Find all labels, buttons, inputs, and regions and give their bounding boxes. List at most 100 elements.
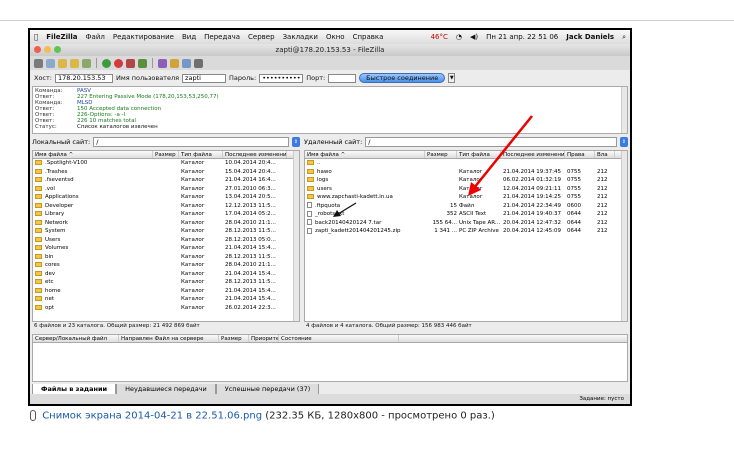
column-header[interactable]: Размер <box>425 151 457 158</box>
file-row[interactable]: Developer Каталог 12.12.2013 11:5... <box>33 202 299 211</box>
file-row[interactable]: _robots.txt 352 ASCII Text 21.04.2014 19:40… <box>305 210 627 219</box>
toggle-local-tree-icon[interactable] <box>58 58 67 68</box>
username-input[interactable] <box>182 73 227 83</box>
queue-status: Задание: пусто <box>579 396 624 402</box>
remote-scrollbar[interactable] <box>621 151 627 321</box>
file-row[interactable]: Library Каталог 17.04.2014 05:2... <box>33 210 299 219</box>
local-site-input[interactable]: / <box>93 137 289 147</box>
file-row[interactable]: .ftpquota 15 Файл 21.04.2014 22:34:49 0600 21… <box>305 202 627 211</box>
file-row[interactable]: Volumes Каталог 21.04.2014 15:4... <box>33 244 299 253</box>
column-header[interactable]: Права <box>565 151 595 158</box>
menu-item[interactable]: FileZilla <box>42 30 81 44</box>
column-header[interactable]: Вла <box>595 151 615 158</box>
column-header[interactable]: Тип файла <box>457 151 501 158</box>
file-row[interactable]: zapti_kadett201404201245.zip 1 341 ... PC … <box>305 227 627 236</box>
toggle-remote-tree-icon[interactable] <box>70 58 79 68</box>
file-row[interactable]: etc Каталог 28.12.2013 11:5... <box>33 278 299 287</box>
file-cell: Каталог <box>181 253 205 260</box>
column-header[interactable]: Размер <box>153 151 179 158</box>
file-row[interactable]: .Spotlight-V100 Каталог 10.04.2014 20:4... <box>33 159 299 168</box>
column-header[interactable]: Последнее изменение <box>501 151 565 158</box>
queue-column-header[interactable]: Направлен Файл на сервере <box>119 335 219 342</box>
file-name: www.zapchasti-kadett.in.ua <box>317 194 393 200</box>
datetime[interactable]: Пн 21 апр. 22 51 06 <box>482 30 562 44</box>
file-row[interactable]: Applications Каталог 13.04.2014 20:5... <box>33 193 299 202</box>
apple-icon[interactable]:  <box>30 30 42 44</box>
file-name-cell: .Spotlight-V100 <box>33 159 153 168</box>
host-input[interactable] <box>54 73 113 83</box>
compare-icon[interactable] <box>170 58 179 68</box>
file-row[interactable]: .fseventsd Каталог 21.04.2014 16:4... <box>33 176 299 185</box>
menu-item[interactable]: Закладки <box>279 30 322 44</box>
site-manager-icon[interactable] <box>34 58 43 68</box>
filter-icon[interactable] <box>158 58 167 68</box>
user-name[interactable]: Jack Daniels <box>562 30 618 44</box>
toolbar-separator <box>96 58 97 68</box>
menu-item[interactable]: Файл <box>82 30 109 44</box>
file-row[interactable]: hawo Каталог 21.04.2014 19:37:45 0755 212 <box>305 168 627 177</box>
password-label: Пароль: <box>229 74 257 82</box>
menu-item[interactable]: Справка <box>349 30 388 44</box>
file-row[interactable]: cores Каталог 28.04.2010 21:1... <box>33 261 299 270</box>
password-input[interactable] <box>259 73 304 83</box>
remote-site-dropdown-icon[interactable]: ⇕ <box>620 137 628 147</box>
remote-file-list[interactable]: Имя файла ^ Размер Тип файла Последнее изме… <box>304 150 628 322</box>
reconnect-icon[interactable] <box>138 58 147 68</box>
local-scrollbar[interactable] <box>293 151 299 321</box>
zoom-icon[interactable] <box>54 46 61 53</box>
search-icon[interactable] <box>194 58 203 68</box>
remote-site-input[interactable]: / <box>365 137 617 147</box>
wifi-icon[interactable]: ◔ <box>452 30 466 44</box>
transfer-queue[interactable]: Сервер/Локальный файл Направлен Файл на с… <box>32 334 628 382</box>
quickconnect-button[interactable]: Быстрое соединение <box>359 73 446 83</box>
file-cell <box>153 295 179 304</box>
file-row[interactable]: dev Каталог 21.04.2014 15:4... <box>33 270 299 279</box>
queue-column-header[interactable]: Приорите <box>249 335 279 342</box>
volume-icon[interactable]: ◀) <box>466 30 482 44</box>
file-row[interactable]: Network Каталог 28.04.2010 21:1... <box>33 219 299 228</box>
file-row[interactable]: .vol Каталог 27.01.2010 06:3... <box>33 185 299 194</box>
file-row[interactable]: back20140420124 7.tar 155 64... Unix Tape … <box>305 219 627 228</box>
message-log[interactable]: Команда: PASV Ответ: 227 Entering Passive M… <box>32 86 628 134</box>
file-row[interactable]: System Каталог 28.12.2013 11:5... <box>33 227 299 236</box>
menu-item[interactable]: Передача <box>200 30 244 44</box>
file-cell: 0644 <box>567 219 581 226</box>
column-header[interactable]: Имя файла ^ <box>305 151 425 158</box>
file-row[interactable]: .. <box>305 159 627 168</box>
toggle-log-icon[interactable] <box>46 58 55 68</box>
folder-icon <box>307 185 314 191</box>
log-scrollbar[interactable] <box>621 87 627 133</box>
queue-column-header[interactable]: Сервер/Локальный файл <box>33 335 119 342</box>
local-site-dropdown-icon[interactable]: ⇕ <box>292 137 300 147</box>
file-row[interactable]: .Trashes Каталог 15.04.2014 20:4... <box>33 168 299 177</box>
toggle-queue-icon[interactable] <box>82 58 91 68</box>
cancel-icon[interactable] <box>114 58 123 68</box>
queue-column-header[interactable]: Размер <box>219 335 249 342</box>
menu-item[interactable]: Сервер <box>244 30 279 44</box>
menu-item[interactable]: Редактирование <box>109 30 178 44</box>
file-row[interactable]: opt Каталог 26.02.2014 22:3... <box>33 304 299 313</box>
file-row[interactable]: home Каталог 21.04.2014 15:4... <box>33 287 299 296</box>
port-input[interactable] <box>328 73 357 83</box>
sync-browse-icon[interactable] <box>182 58 191 68</box>
file-row[interactable]: www.zapchasti-kadett.in.ua Каталог 21.04.2… <box>305 193 627 202</box>
file-row[interactable]: Users Каталог 28.12.2013 05:0... <box>33 236 299 245</box>
attachment-link[interactable]: Снимок экрана 2014-04-21 в 22.51.06.png <box>42 411 262 422</box>
close-icon[interactable] <box>34 46 41 53</box>
minimize-icon[interactable] <box>44 46 51 53</box>
disconnect-icon[interactable] <box>126 58 135 68</box>
menu-item[interactable]: Окно <box>322 30 349 44</box>
local-file-list[interactable]: Имя файла ^ Размер Тип файла Последнее изме… <box>32 150 300 322</box>
menu-item[interactable]: Вид <box>178 30 200 44</box>
refresh-icon[interactable] <box>102 58 111 68</box>
file-row[interactable]: net Каталог 21.04.2014 15:4... <box>33 295 299 304</box>
column-header[interactable]: Последнее изменение <box>223 151 287 158</box>
spotlight-icon[interactable]: ⌕ <box>618 30 630 44</box>
quickconnect-history-dropdown[interactable]: ▼ <box>448 73 456 83</box>
file-row[interactable]: users Каталог 12.04.2014 09:21:11 0755 212 <box>305 185 627 194</box>
column-header[interactable]: Имя файла ^ <box>33 151 153 158</box>
queue-column-header[interactable]: Состояние <box>279 335 399 342</box>
column-header[interactable]: Тип файла <box>179 151 223 158</box>
file-row[interactable]: logs Каталог 06.02.2014 01:32:19 0755 212 <box>305 176 627 185</box>
file-row[interactable]: bin Каталог 28.12.2013 11:5... <box>33 253 299 262</box>
